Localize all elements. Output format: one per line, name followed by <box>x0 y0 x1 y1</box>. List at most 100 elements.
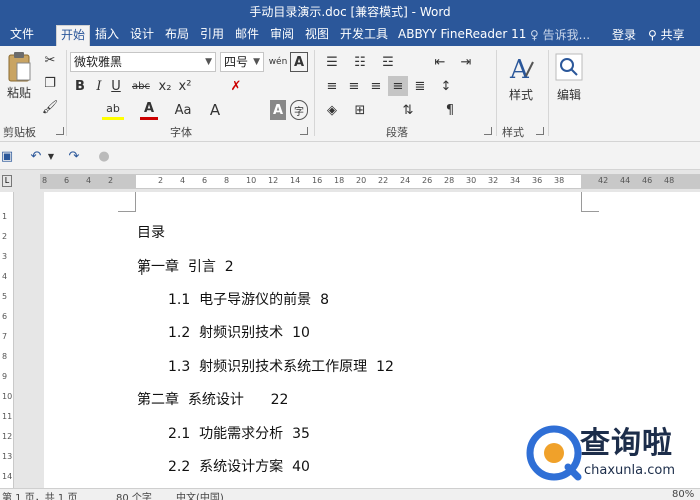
ruler-tick: 7 <box>2 332 8 341</box>
italic-button[interactable]: I <box>92 76 106 96</box>
font-launcher-icon[interactable] <box>300 127 308 135</box>
change-case-button[interactable]: Aa <box>172 100 194 120</box>
toc-entry[interactable]: 1.1 电子导游仪的前景 8 <box>168 289 329 309</box>
shading-icon[interactable]: ◈ <box>322 100 342 120</box>
page-count[interactable]: 第 1 页，共 1 页 <box>2 489 77 500</box>
editing-button[interactable]: 编辑 <box>552 52 586 103</box>
toc-entry[interactable]: 第一章 引言 2 <box>137 256 234 276</box>
bold-button[interactable]: B <box>72 76 88 96</box>
highlight-button[interactable]: ab <box>102 100 124 120</box>
decrease-indent-icon[interactable]: ⇤ <box>430 52 450 72</box>
underline-button[interactable]: U <box>108 76 124 96</box>
circle-icon[interactable]: ● <box>94 146 114 166</box>
save-icon[interactable]: ▣ <box>0 146 14 166</box>
phonetic-guide-button[interactable]: wén <box>268 52 288 72</box>
brand-url: chaxunla.com <box>584 463 675 478</box>
word-count[interactable]: 80 个字 <box>116 489 152 500</box>
grow-font-button[interactable]: A <box>206 100 224 120</box>
tell-me-box[interactable]: ♀ 告诉我... <box>530 26 590 43</box>
char-border-button[interactable]: A <box>290 52 308 72</box>
styles-group-label: 样式 <box>502 126 524 139</box>
tab-file[interactable]: 文件 <box>6 25 38 46</box>
tab-abbyy[interactable]: ABBYY FineReader 11 <box>394 25 530 46</box>
ruler-tick: 22 <box>378 176 389 185</box>
align-center-icon[interactable]: ≡ <box>344 76 364 96</box>
toc-heading[interactable]: 目录 <box>137 222 165 242</box>
chevron-down-icon[interactable]: ▼ <box>46 146 56 166</box>
font-name-combo[interactable]: 微软雅黑 ▼ <box>70 52 216 72</box>
font-color-button[interactable]: A <box>140 100 158 120</box>
toc-entry[interactable]: 2.1 功能需求分析 35 <box>168 423 310 443</box>
ruler-tick: 14 <box>2 472 13 481</box>
format-painter-icon[interactable]: 🖌 <box>40 97 60 117</box>
clipboard-icon <box>8 52 31 82</box>
paragraph-launcher-icon[interactable] <box>484 127 492 135</box>
clipboard-launcher-icon[interactable] <box>56 127 64 135</box>
tab-design[interactable]: 设计 <box>126 25 158 46</box>
font-size-value: 四号 <box>224 55 249 69</box>
tab-view[interactable]: 视图 <box>301 25 333 46</box>
strikethrough-button[interactable]: abc <box>130 76 152 96</box>
show-marks-icon[interactable]: ¶ <box>440 100 460 120</box>
styles-label: 样式 <box>508 88 533 102</box>
chevron-down-icon: ▼ <box>253 57 260 67</box>
cut-icon[interactable]: ✂ <box>40 50 60 70</box>
toc-entry[interactable]: 2.2 系统设计方案 40 <box>168 456 310 476</box>
undo-icon[interactable]: ↶ <box>26 146 46 166</box>
font-group-label: 字体 <box>170 126 192 139</box>
tab-review[interactable]: 审阅 <box>266 25 298 46</box>
styles-launcher-icon[interactable] <box>536 127 544 135</box>
tab-developer[interactable]: 开发工具 <box>336 25 392 46</box>
ruler-tick: 6 <box>202 176 208 185</box>
clear-format-icon[interactable]: ✗ <box>226 76 246 96</box>
distribute-icon[interactable]: ≣ <box>410 76 430 96</box>
align-right-icon[interactable]: ≡ <box>366 76 386 96</box>
ruler-tick: 9 <box>2 372 8 381</box>
font-name-value: 微软雅黑 <box>74 55 123 69</box>
justify-icon[interactable]: ≡ <box>388 76 408 96</box>
ruler-tick: 10 <box>246 176 257 185</box>
tab-insert[interactable]: 插入 <box>91 25 123 46</box>
tab-selector-icon[interactable]: L <box>2 175 12 187</box>
login-link[interactable]: 登录 <box>612 26 636 43</box>
paste-button[interactable]: 粘贴 <box>4 50 34 101</box>
ruler-tick: 11 <box>2 412 13 421</box>
subscript-button[interactable]: x₂ <box>156 76 174 96</box>
ruler-tick: 8 <box>42 176 48 185</box>
vertical-ruler[interactable]: 1 2 3 4 5 6 7 8 9 10 11 12 13 14 <box>0 192 14 488</box>
bullets-icon[interactable]: ☰ <box>322 52 342 72</box>
borders-icon[interactable]: ⊞ <box>350 100 370 120</box>
redo-icon[interactable]: ↷ <box>64 146 84 166</box>
line-spacing-icon[interactable]: ↕ <box>436 76 456 96</box>
ruler-tick: 4 <box>180 176 186 185</box>
share-button[interactable]: ⚲ 共享 <box>648 26 685 43</box>
char-shading-button[interactable]: A <box>270 100 286 120</box>
styles-button[interactable]: A 样式 <box>504 52 538 103</box>
align-left-icon[interactable]: ≡ <box>322 76 342 96</box>
ruler-tick: 16 <box>312 176 323 185</box>
increase-indent-icon[interactable]: ⇥ <box>456 52 476 72</box>
language[interactable]: 中文(中国) <box>176 489 224 500</box>
toc-entry[interactable]: 第二章 系统设计 22 <box>137 389 288 409</box>
toc-entry[interactable]: 1.3 射频识别技术系统工作原理 12 <box>168 356 394 376</box>
ruler-tick: 34 <box>510 176 521 185</box>
tab-mailings[interactable]: 邮件 <box>231 25 263 46</box>
enclose-char-button[interactable]: 字 <box>290 100 308 120</box>
ruler-tick: 5 <box>2 292 8 301</box>
ruler-tick: 12 <box>2 432 13 441</box>
tab-layout[interactable]: 布局 <box>161 25 193 46</box>
superscript-button[interactable]: x² <box>176 76 194 96</box>
ruler-tick: 10 <box>2 392 13 401</box>
tab-references[interactable]: 引用 <box>196 25 228 46</box>
ruler-tick: 42 <box>598 176 609 185</box>
copy-icon[interactable]: ❐ <box>40 73 60 93</box>
font-size-combo[interactable]: 四号 ▼ <box>220 52 264 72</box>
clipboard-group-label: 剪贴板 <box>3 126 36 139</box>
numbering-icon[interactable]: ☷ <box>350 52 370 72</box>
toc-entry[interactable]: 1.2 射频识别技术 10 <box>168 322 310 342</box>
tab-home[interactable]: 开始 <box>56 25 91 46</box>
sort-icon[interactable]: ⇅ <box>398 100 418 120</box>
horizontal-ruler[interactable]: 8 6 4 2 2 4 6 8 10 12 14 16 18 20 22 24 26 28 30 32 34 36 38 42… <box>40 174 700 189</box>
multilevel-list-icon[interactable]: ☲ <box>378 52 398 72</box>
svg-text:A: A <box>509 55 530 85</box>
